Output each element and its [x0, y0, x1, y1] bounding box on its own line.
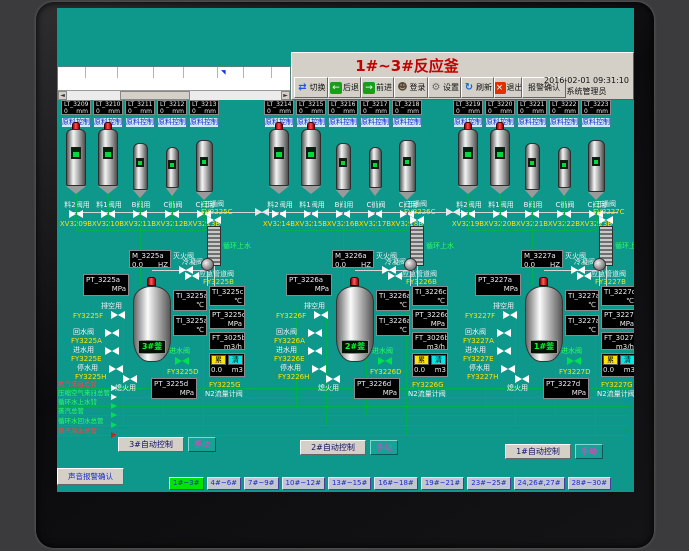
scada-screen: ◥ ◄ ► 1#~3#反应釜 ⇄切换←后退→前进☻登录⚙设置↻刷新×退出报警确认…: [57, 8, 634, 492]
page-button-4#~6#[interactable]: 4#~6#: [207, 477, 242, 490]
auto-control-button-3#[interactable]: 3#自动控制: [118, 437, 184, 452]
manual-mode-button-2#[interactable]: 手动: [370, 440, 398, 455]
auto-control-buttons: 3#自动控制手动2#自动控制手动1#自动控制手动: [57, 8, 634, 492]
page-button-10#~12#[interactable]: 10#~12#: [282, 477, 325, 490]
desktop-background: { "titlebar": { "title": "1#~3#反应釜", "da…: [0, 0, 689, 551]
manual-mode-button-3#[interactable]: 手动: [188, 437, 216, 452]
page-button-23#~25#[interactable]: 23#~25#: [467, 477, 510, 490]
manual-mode-button-1#[interactable]: 手动: [575, 444, 603, 459]
page-button-24,26#,27#[interactable]: 24,26#,27#: [514, 477, 565, 490]
page-button-19#~21#[interactable]: 19#~21#: [421, 477, 464, 490]
page-button-1#~3#[interactable]: 1#~3#: [169, 477, 204, 490]
page-button-16#~18#[interactable]: 16#~18#: [374, 477, 417, 490]
sound-alarm-confirm-button[interactable]: 声音报警确认: [57, 468, 124, 485]
auto-control-button-2#[interactable]: 2#自动控制: [300, 440, 366, 455]
page-selector-row: 1#~3#4#~6#7#~9#10#~12#13#~15#16#~18# 19#~…: [169, 477, 611, 490]
page-button-13#~15#[interactable]: 13#~15#: [328, 477, 371, 490]
auto-control-button-1#[interactable]: 1#自动控制: [505, 444, 571, 459]
page-button-28#~30#[interactable]: 28#~30#: [568, 477, 611, 490]
page-button-7#~9#[interactable]: 7#~9#: [244, 477, 279, 490]
